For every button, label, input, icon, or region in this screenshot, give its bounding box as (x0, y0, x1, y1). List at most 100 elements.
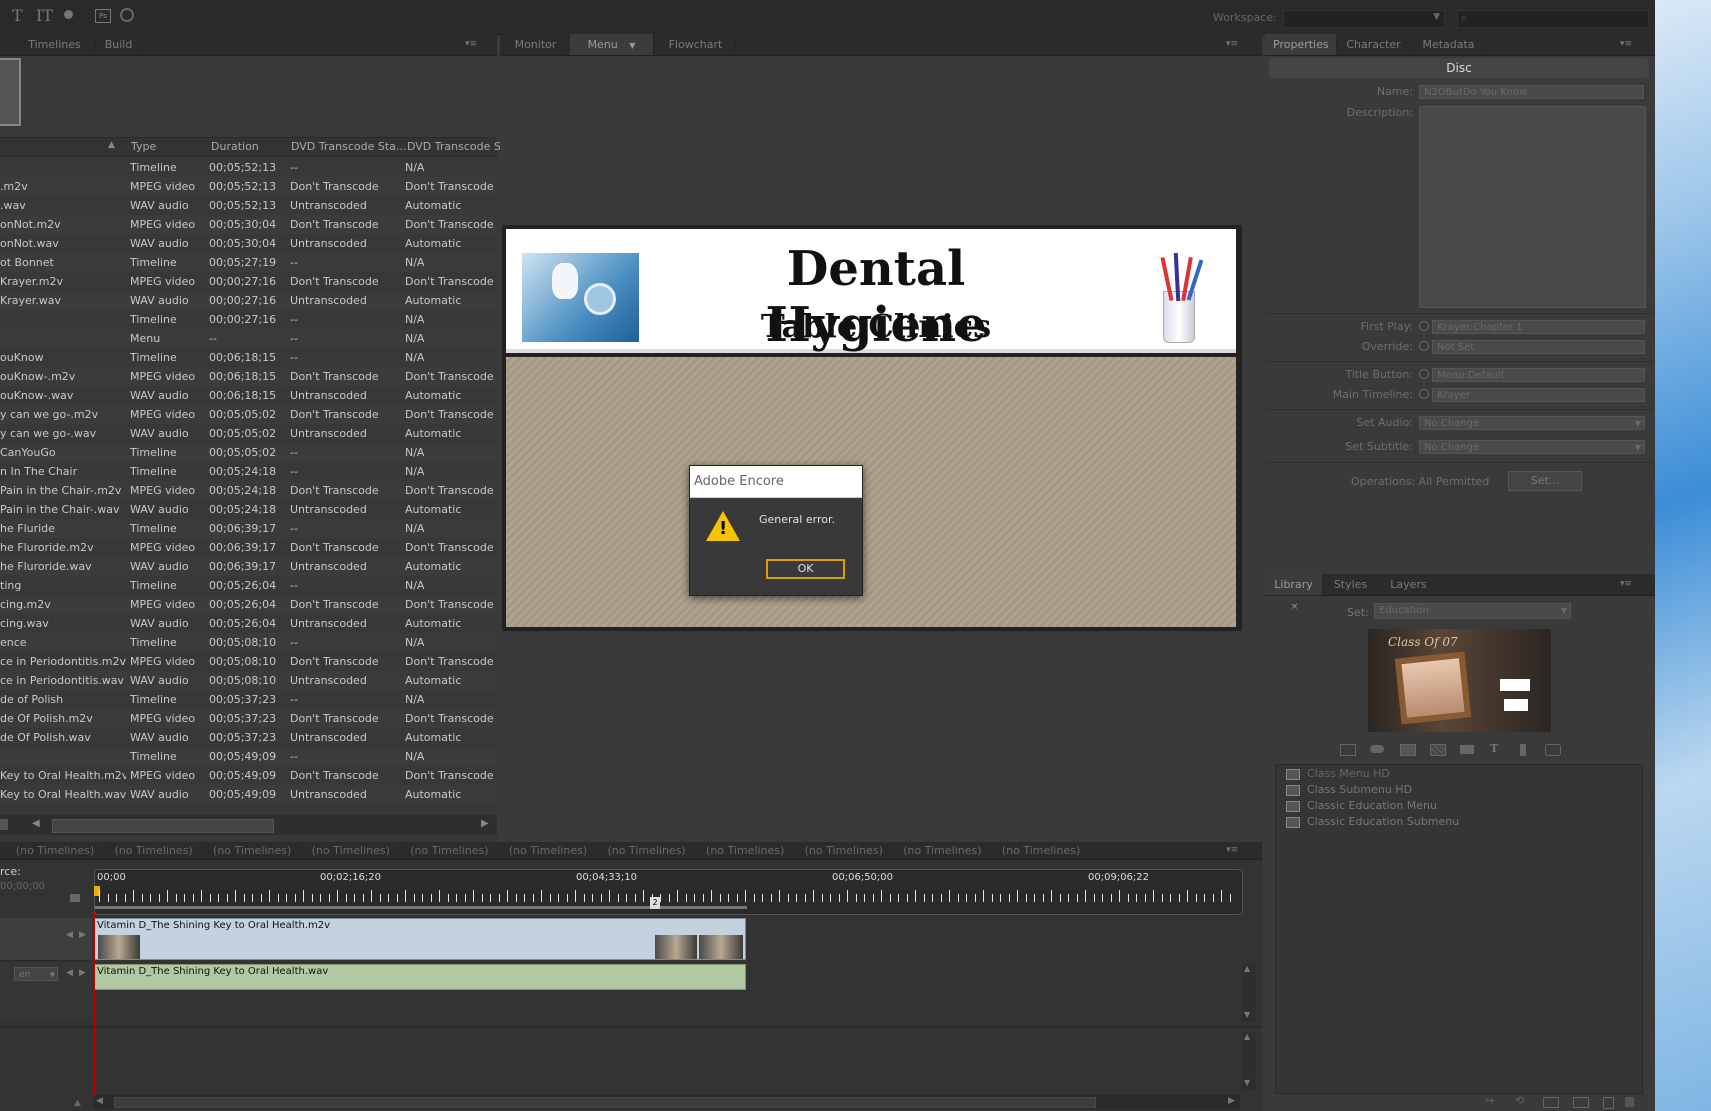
tab-timeline-2[interactable]: (no Timelines) (203, 842, 303, 859)
shape-filter-icon[interactable] (1520, 744, 1526, 756)
tab-library[interactable]: Library × (1265, 574, 1323, 612)
pickwhip-icon[interactable] (1419, 341, 1429, 351)
panel-menu-icon[interactable]: ▾≡ (1620, 39, 1634, 49)
col-duration[interactable]: Duration (211, 140, 259, 153)
table-row[interactable]: Krayer.m2v MPEG video 00;00;27;16 Don't Tra… (0, 272, 496, 291)
tab-properties[interactable]: Properties (1265, 34, 1337, 55)
table-row[interactable]: Timeline 00;00;27;16 -- N/A (0, 310, 496, 329)
close-icon[interactable]: × (1291, 602, 1299, 612)
table-row[interactable]: .m2v MPEG video 00;05;52;13 Don't Transcode… (0, 177, 496, 196)
tab-character[interactable]: Character (1337, 34, 1411, 55)
ok-button[interactable]: OK (766, 559, 845, 579)
ellipse-tool-icon[interactable] (64, 10, 73, 19)
table-row[interactable]: onNot.m2v MPEG video 00;05;30;04 Don't Tran… (0, 215, 496, 234)
next-chapter-icon[interactable]: ▶ (79, 930, 86, 940)
pickwhip-icon[interactable] (1419, 369, 1429, 379)
scroll-up-icon[interactable]: ▲ (1244, 964, 1250, 973)
video-clip[interactable]: Vitamin D_The Shining Key to Oral Health… (94, 918, 746, 960)
table-row[interactable]: ce in Periodontitis.m2v MPEG video 00;05;0… (0, 652, 496, 671)
image-filter-icon[interactable] (1400, 744, 1416, 756)
trash-icon[interactable] (1625, 1097, 1634, 1107)
tab-monitor[interactable]: Monitor (506, 34, 566, 55)
next-chapter-icon[interactable]: ▶ (79, 968, 86, 978)
table-row[interactable]: cing.wav WAV audio 00;05;26;04 Untranscoded… (0, 614, 496, 633)
tab-layers[interactable]: Layers (1379, 574, 1439, 595)
preview-icon[interactable] (120, 8, 134, 22)
set-subtitle-select[interactable]: No Change ▼ (1419, 440, 1645, 454)
library-set-select[interactable]: Education ▼ (1374, 603, 1571, 619)
tab-flowchart[interactable]: Flowchart (656, 34, 736, 55)
table-row[interactable]: de of Polish Timeline 00;05;37;23 -- N/A (0, 690, 496, 709)
table-row[interactable]: de Of Polish.m2v MPEG video 00;05;37;23 Don… (0, 709, 496, 728)
prev-chapter-icon[interactable]: ◀ (66, 930, 73, 940)
replace-icon[interactable] (1545, 744, 1561, 756)
dialog-titlebar[interactable]: Adobe Encore (690, 466, 862, 498)
name-input[interactable]: N2OButDo You Know (1419, 85, 1644, 99)
time-ruler[interactable]: 00;00 00;02;16;20 00;04;33;10 00;06;50;0… (94, 869, 1243, 915)
workspace-select[interactable]: ▼ (1283, 10, 1445, 28)
new-item-icon[interactable] (1543, 1097, 1559, 1108)
panel-menu-icon[interactable]: ▾≡ (1226, 845, 1240, 855)
table-row[interactable]: he Fluroride.m2v MPEG video 00;06;39;17 Don… (0, 538, 496, 557)
list-item[interactable]: Class Submenu HD (1276, 783, 1642, 798)
sort-asc-icon[interactable]: ▲ (108, 140, 115, 150)
table-row[interactable]: .wav WAV audio 00;05;52;13 Untranscoded Auto… (0, 196, 496, 215)
current-time[interactable]: 00;00;00 (0, 881, 45, 892)
list-item[interactable]: Classic Education Menu (1276, 799, 1642, 814)
add-marker-icon[interactable] (70, 894, 80, 902)
horizontal-scrollbar[interactable]: ◀ ▶ (0, 815, 497, 835)
tab-timeline-7[interactable]: (no Timelines) (696, 842, 796, 859)
scroll-up-icon[interactable]: ▲ (1244, 1032, 1250, 1041)
table-row[interactable]: ouKnow-.m2v MPEG video 00;06;18;15 Don't Tr… (0, 367, 496, 386)
tab-menu[interactable]: Menu ▼ (570, 34, 654, 55)
panel-menu-icon[interactable]: ▾≡ (1226, 39, 1240, 49)
background-filter-icon[interactable] (1430, 744, 1446, 756)
title-button-input[interactable]: Menu:Default (1432, 368, 1645, 382)
panel-menu-icon[interactable]: ▾≡ (465, 39, 479, 49)
scroll-left-icon[interactable]: ◀ (32, 818, 40, 829)
button-filter-icon[interactable] (1340, 744, 1356, 756)
col-transcode-status[interactable]: DVD Transcode Sta... (291, 140, 406, 153)
table-row[interactable]: ot Bonnet Timeline 00;05;27;19 -- N/A (0, 253, 496, 272)
description-textarea[interactable] (1419, 106, 1646, 308)
override-input[interactable]: Not Set (1432, 340, 1645, 354)
table-row[interactable]: cing.m2v MPEG video 00;05;26;04 Don't Trans… (0, 595, 496, 614)
new-doc-icon[interactable] (1603, 1097, 1614, 1109)
search-input[interactable]: ⌕ (1457, 10, 1649, 28)
tab-timeline-1[interactable]: (no Timelines) (105, 842, 204, 859)
new-set-icon[interactable] (1573, 1097, 1589, 1108)
table-row[interactable]: he Fluride Timeline 00;06;39;17 -- N/A (0, 519, 496, 538)
table-row[interactable]: Key to Oral Health.m2v MPEG video 00;05;49… (0, 766, 496, 785)
table-row[interactable]: Timeline 00;05;49;09 -- N/A (0, 747, 496, 766)
tab-timeline-4[interactable]: (no Timelines) (400, 842, 500, 859)
col-transcode-setting[interactable]: DVD Transcode S (407, 140, 501, 153)
table-row[interactable]: ence Timeline 00;05;08;10 -- N/A (0, 633, 496, 652)
table-row[interactable]: de Of Polish.wav WAV audio 00;05;37;23 Untr… (0, 728, 496, 747)
table-row[interactable]: he Fluroride.wav WAV audio 00;06;39;17 Untr… (0, 557, 496, 576)
scroll-down-icon[interactable]: ▼ (1244, 1078, 1250, 1087)
scroll-right-icon[interactable]: ▶ (481, 818, 489, 829)
table-row[interactable]: onNot.wav WAV audio 00;05;30;04 Untranscode… (0, 234, 496, 253)
table-row[interactable]: y can we go-.m2v MPEG video 00;05;05;02 Don… (0, 405, 496, 424)
col-type[interactable]: Type (131, 140, 156, 153)
tab-timeline-6[interactable]: (no Timelines) (598, 842, 697, 859)
tab-build[interactable]: Build (96, 34, 142, 55)
tab-styles[interactable]: Styles (1323, 574, 1379, 595)
chevron-down-icon[interactable]: ▼ (629, 41, 635, 50)
timeline-horizontal-scrollbar[interactable]: ◀ ▶ (94, 1095, 1240, 1109)
menu-filter-icon[interactable] (1370, 745, 1384, 753)
tab-timeline-5[interactable]: (no Timelines) (499, 842, 598, 859)
place-icon[interactable]: ↪ (1485, 1094, 1494, 1107)
scroll-thumb[interactable] (114, 1097, 1096, 1108)
tab-timelines[interactable]: Timelines (14, 34, 96, 55)
folder-icon[interactable] (1460, 745, 1474, 754)
table-row[interactable]: Timeline 00;05;52;13 -- N/A (0, 158, 496, 177)
tab-timeline-8[interactable]: (no Timelines) (795, 842, 894, 859)
first-play-input[interactable]: Krayer:Chapter 1 (1432, 320, 1645, 334)
subtitle-track-scrollbar[interactable]: ▲ ▼ (1242, 1032, 1256, 1090)
zoom-slider-icon[interactable]: ▲ (74, 1098, 81, 1108)
tab-timeline-10[interactable]: (no Timelines) (992, 842, 1091, 859)
table-row[interactable]: Krayer.wav WAV audio 00;00;27;16 Untranscod… (0, 291, 496, 310)
scroll-right-icon[interactable]: ▶ (1228, 1096, 1235, 1106)
set-operations-button[interactable]: Set... (1508, 471, 1582, 491)
